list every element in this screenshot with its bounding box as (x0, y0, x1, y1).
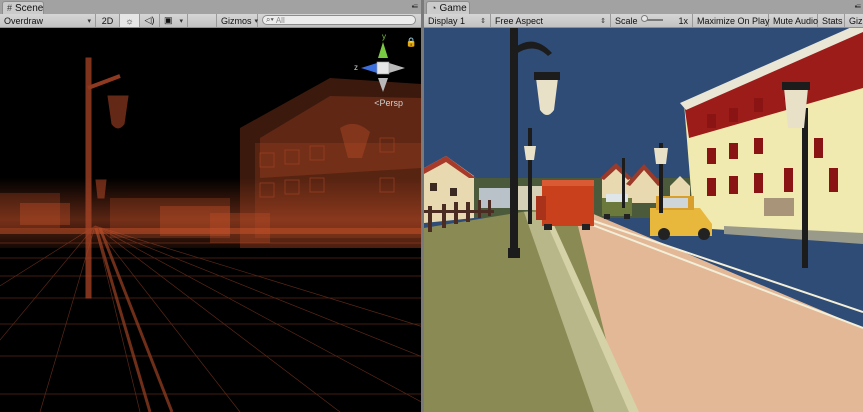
chevron-down-icon: ▾ (87, 17, 91, 25)
tab-game[interactable]: ◔ Game (426, 1, 470, 14)
projection-toggle[interactable]: <Persp (374, 98, 403, 108)
updown-icon: ⇕ (600, 17, 606, 25)
mute-audio-toggle[interactable]: Mute Audio (769, 14, 818, 27)
panel-menu-icon[interactable]: ▪≡ (411, 2, 417, 11)
aspect-dropdown[interactable]: Free Aspect ⇕ (491, 14, 611, 27)
toggle-2d-button[interactable]: 2D (96, 14, 120, 27)
lighting-toggle[interactable]: ☼ (120, 14, 140, 27)
scene-toolbar: Overdraw ▾ 2D ☼ ◁) ▣ ▾ Gizmos ▾ ⌕▾ All (0, 14, 421, 28)
tab-scene[interactable]: # Scene (2, 1, 44, 14)
mute-label: Mute Audio (773, 15, 819, 26)
toggle-2d-label: 2D (101, 15, 114, 26)
image-icon: ▣ (164, 15, 173, 25)
game-render (424, 28, 863, 412)
gizmo-y-label: y (382, 32, 386, 41)
display-dropdown[interactable]: Display 1 ⇕ (424, 14, 491, 27)
pacman-icon: ◔ (431, 3, 437, 13)
sun-icon: ☼ (125, 15, 134, 26)
aspect-label: Free Aspect (495, 15, 544, 26)
scale-slider-knob[interactable] (641, 15, 648, 22)
tab-scene-label: Scene (15, 2, 44, 14)
audio-toggle[interactable]: ◁) (140, 14, 160, 27)
maximize-on-play-toggle[interactable]: Maximize On Play (693, 14, 770, 27)
stats-toggle[interactable]: Stats (818, 14, 845, 27)
game-toolbar: Display 1 ⇕ Free Aspect ⇕ Scale 1x Maxim… (424, 14, 863, 28)
panel-menu-icon[interactable]: ▪≡ (854, 2, 860, 11)
draw-mode-dropdown[interactable]: Overdraw ▾ (0, 14, 96, 27)
display-label: Display 1 (428, 15, 466, 26)
updown-icon: ⇕ (480, 17, 486, 25)
effects-dropdown[interactable]: ▣ ▾ (160, 14, 188, 27)
ground-grid (0, 225, 421, 412)
scene-search-input[interactable]: ⌕▾ All (262, 15, 416, 25)
orientation-gizmo[interactable] (353, 34, 413, 98)
stats-label: Stats (822, 15, 843, 26)
scene-viewport[interactable]: y z 🔒 <Persp (0, 28, 421, 412)
scale-value: 1x (678, 15, 688, 26)
gizmos-dropdown[interactable]: Gizmos ▾ (216, 14, 258, 27)
draw-mode-label: Overdraw (4, 15, 44, 26)
scale-label: Scale (615, 15, 638, 26)
scene-panel: # Scene ▪≡ Overdraw ▾ 2D ☼ ◁) ▣ ▾ Gizmos… (0, 0, 421, 412)
scene-tabbar: # Scene ▪≡ (0, 0, 421, 15)
game-panel: ◔ Game ▪≡ Display 1 ⇕ Free Aspect ⇕ Scal… (424, 0, 863, 412)
tab-game-label: Game (439, 2, 467, 14)
speaker-icon: ◁) (144, 15, 155, 25)
chevron-down-icon: ▾ (254, 17, 259, 25)
gizmo-z-label: z (354, 63, 358, 72)
maximize-label: Maximize On Play (697, 15, 770, 26)
green-car (602, 194, 632, 219)
grid-icon: # (7, 3, 13, 13)
game-gizmos-dropdown[interactable]: Gizmos (845, 14, 863, 27)
game-viewport[interactable] (424, 28, 863, 412)
game-gizmos-label: Gizmos (849, 15, 863, 26)
search-placeholder: All (275, 15, 285, 25)
search-icon: ⌕▾ (266, 15, 274, 24)
gizmos-label: Gizmos (221, 15, 252, 26)
lock-icon[interactable]: 🔒 (406, 37, 417, 48)
truck (536, 180, 594, 230)
game-tabbar: ◔ Game ▪≡ (424, 0, 863, 15)
scale-control: Scale 1x (611, 14, 693, 27)
chevron-down-icon: ▾ (179, 17, 183, 25)
persp-label: Persp (379, 98, 403, 108)
